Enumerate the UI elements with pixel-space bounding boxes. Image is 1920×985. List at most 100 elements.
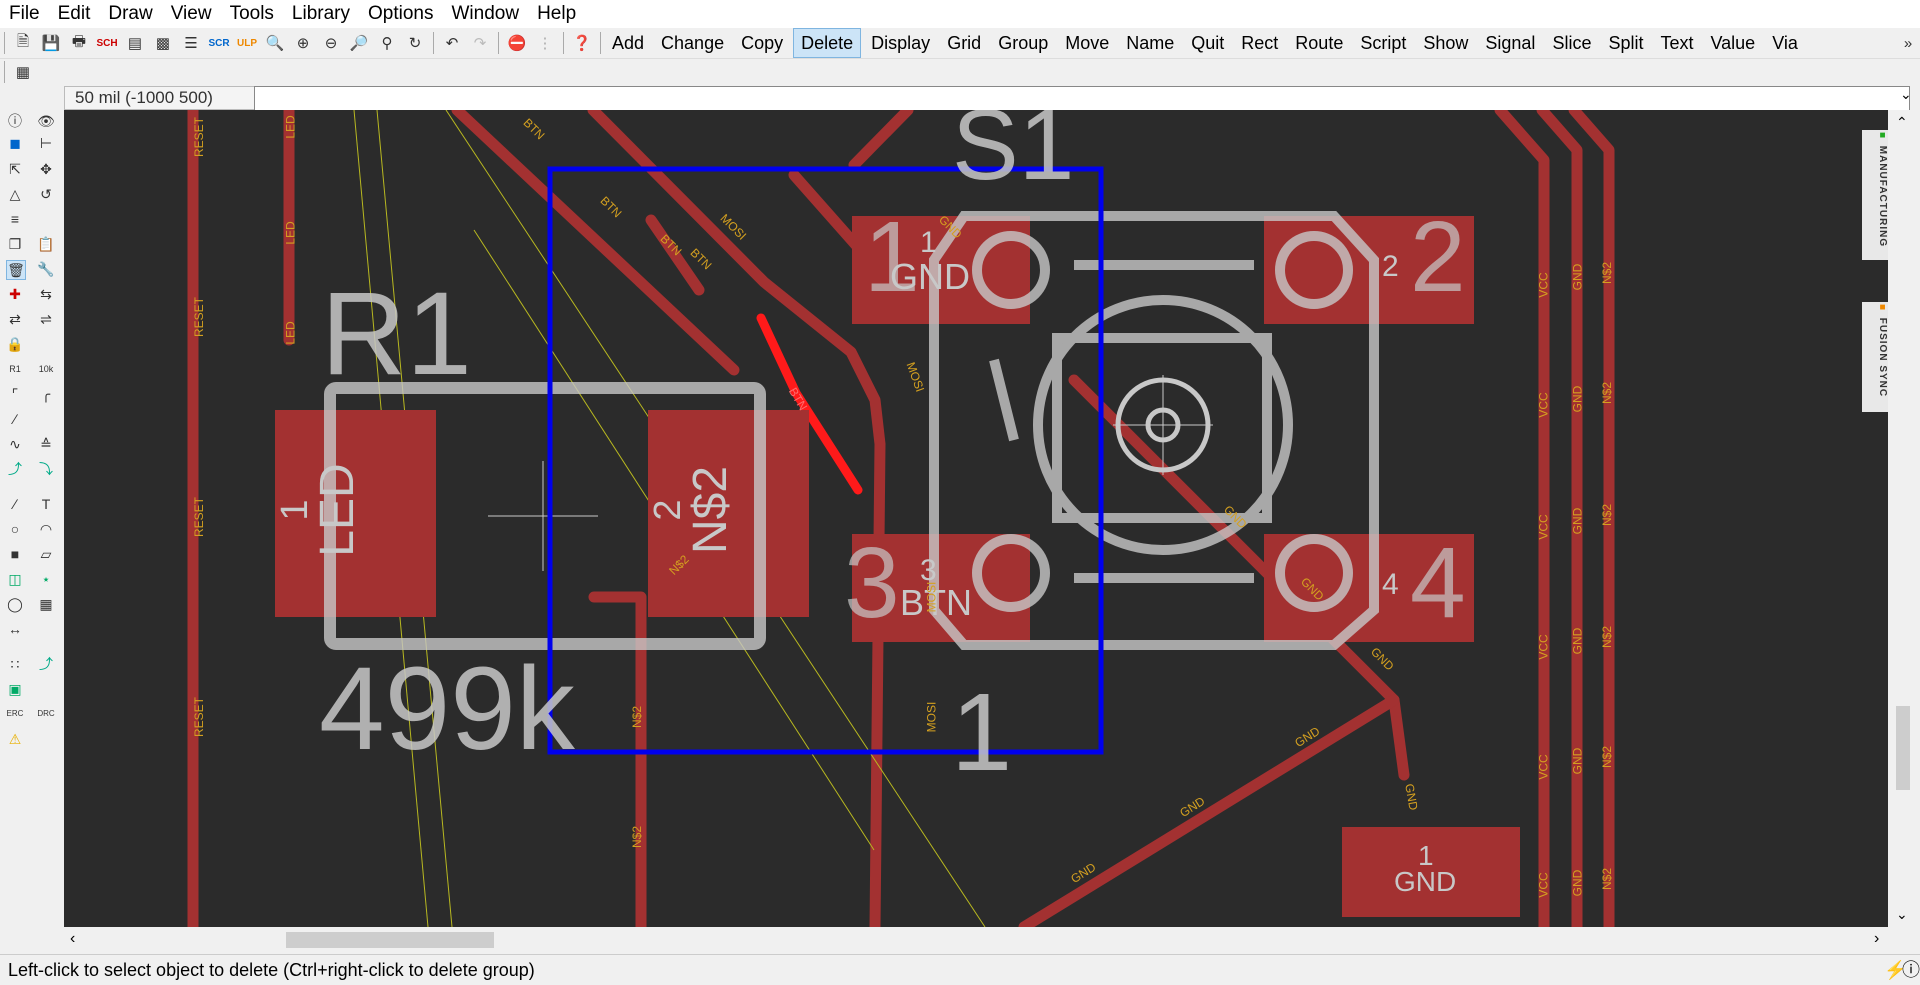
split-icon[interactable]: 10k (37, 360, 55, 378)
schematic-icon[interactable]: SCH (96, 32, 118, 54)
hole-icon[interactable]: ◯ (6, 595, 24, 613)
menu-tools[interactable]: Tools (221, 0, 283, 28)
zoom-out-icon[interactable]: ⊖ (320, 32, 342, 54)
cmd-grid[interactable]: Grid (940, 29, 988, 57)
vertical-scrollbar[interactable]: ⌃ ⌄ (1888, 110, 1920, 928)
polygon-icon[interactable]: ▱ (37, 545, 55, 563)
menu-edit[interactable]: Edit (49, 0, 100, 28)
status-info-icon[interactable]: ⓘ (1902, 955, 1920, 985)
redraw-icon[interactable]: ↻ (404, 32, 426, 54)
print-icon[interactable]: 🖶 (68, 32, 90, 54)
command-dropdown-icon[interactable]: ⌄ (1900, 86, 1912, 103)
lock-icon[interactable]: 🔒 (6, 335, 24, 353)
zoom-fit-icon[interactable]: 🔍 (264, 32, 286, 54)
layers-icon[interactable]: ☰ (180, 32, 202, 54)
move-all-icon[interactable]: ✥ (37, 160, 55, 178)
cmd-quit[interactable]: Quit (1184, 29, 1231, 57)
cmd-value[interactable]: Value (1703, 29, 1762, 57)
erc-icon[interactable]: ERC (6, 705, 24, 723)
script-icon[interactable]: SCR (208, 32, 230, 54)
vertical-scroll-thumb[interactable] (1896, 706, 1910, 790)
add-icon[interactable]: ✚ (6, 285, 24, 303)
zoom-area-icon[interactable]: ⚲ (376, 32, 398, 54)
pcb-canvas[interactable]: R1 499k S1 1 1 LED 2 N$2 1 1 GND 2 2 3 3… (64, 110, 1888, 927)
menu-file[interactable]: File (0, 0, 49, 28)
cmd-slice[interactable]: Slice (1545, 29, 1598, 57)
cmd-copy[interactable]: Copy (734, 29, 790, 57)
cmd-route[interactable]: Route (1288, 29, 1350, 57)
cmd-add[interactable]: Add (605, 29, 651, 57)
menu-library[interactable]: Library (283, 0, 359, 28)
cmd-signal[interactable]: Signal (1478, 29, 1542, 57)
align-icon[interactable]: ≡ (6, 210, 24, 228)
move-icon[interactable]: ⇱ (6, 160, 24, 178)
scroll-left-icon[interactable]: ‹ (70, 930, 75, 948)
cmd-via[interactable]: Via (1765, 29, 1805, 57)
replace-icon[interactable]: ⇆ (37, 285, 55, 303)
cmd-name[interactable]: Name (1119, 29, 1181, 57)
design-block-icon[interactable]: ▣ (6, 680, 24, 698)
warning-icon[interactable]: ⚠ (6, 730, 24, 748)
menu-window[interactable]: Window (442, 0, 528, 28)
rotate-icon[interactable]: ↺ (37, 185, 55, 203)
name-icon[interactable]: ⇄ (6, 310, 24, 328)
cmd-show[interactable]: Show (1416, 29, 1475, 57)
slice-icon[interactable]: ∕ (6, 410, 24, 428)
mirror-icon[interactable]: △ (6, 185, 24, 203)
arc-icon[interactable]: ◠ (37, 520, 55, 538)
cmd-rect[interactable]: Rect (1234, 29, 1285, 57)
ripup-icon[interactable]: ⤵ (37, 460, 55, 478)
cmd-text[interactable]: Text (1653, 29, 1700, 57)
attribute-icon[interactable]: ▦ (37, 595, 55, 613)
menu-view[interactable]: View (162, 0, 221, 28)
arc-corner-icon[interactable]: ╭ (37, 385, 55, 403)
copy-icon[interactable]: ❐ (6, 235, 24, 253)
scroll-up-icon[interactable]: ⌃ (1896, 114, 1908, 131)
toolbar-overflow-icon[interactable]: » (1897, 32, 1919, 54)
stop-icon[interactable]: ⛔ (506, 32, 528, 54)
cmd-group[interactable]: Group (991, 29, 1055, 57)
optimize-icon[interactable]: ≙ (37, 435, 55, 453)
ulp-icon[interactable]: ULP (236, 32, 258, 54)
value-icon[interactable]: ⇌ (37, 310, 55, 328)
horizontal-scroll-thumb[interactable] (286, 932, 494, 948)
circle-icon[interactable]: ○ (6, 520, 24, 538)
horizontal-scrollbar[interactable]: ‹ › (64, 928, 1888, 952)
cmd-split[interactable]: Split (1601, 29, 1650, 57)
smash-icon[interactable]: R1 (6, 360, 24, 378)
line-icon[interactable]: ∕ (6, 495, 24, 513)
dimension-icon[interactable]: ↔ (6, 620, 24, 638)
scroll-right-icon[interactable]: › (1874, 930, 1879, 948)
layer-display-icon[interactable]: ◼ (6, 134, 24, 152)
open-icon[interactable]: 🗎 (12, 32, 34, 54)
info-icon[interactable]: ⓘ (6, 112, 24, 130)
show-icon[interactable]: 👁 (37, 112, 55, 130)
zoom-select-icon[interactable]: 🔎 (348, 32, 370, 54)
help-icon[interactable]: ❓ (571, 32, 593, 54)
go-icon[interactable]: ⋮ (534, 32, 556, 54)
menu-draw[interactable]: Draw (99, 0, 161, 28)
route-icon[interactable]: ⤴ (6, 460, 24, 478)
command-line-input[interactable] (254, 86, 1910, 112)
menu-help[interactable]: Help (528, 0, 585, 28)
fusion-sync-tab[interactable]: ■ FUSION SYNC (1862, 302, 1888, 412)
via-icon[interactable]: ◫ (6, 570, 24, 588)
mark-icon[interactable]: ⊢ (37, 134, 55, 152)
grid-icon[interactable]: ▦ (12, 61, 34, 83)
cmd-change[interactable]: Change (654, 29, 731, 57)
autorouter-icon[interactable]: ⤴ (37, 655, 55, 673)
cmd-move[interactable]: Move (1058, 29, 1116, 57)
manufacture-icon[interactable]: ▩ (152, 32, 174, 54)
undo-icon[interactable]: ↶ (441, 32, 463, 54)
zoom-in-icon[interactable]: ⊕ (292, 32, 314, 54)
change-icon[interactable]: 🔧 (37, 260, 55, 278)
miter-icon[interactable]: ⌜ (6, 385, 24, 403)
signal-icon[interactable]: ⋆ (37, 570, 55, 588)
text-icon[interactable]: T (37, 495, 55, 513)
ratsnest-icon[interactable]: ∷ (6, 655, 24, 673)
cmd-display[interactable]: Display (864, 29, 937, 57)
cmd-delete[interactable]: Delete (793, 28, 862, 58)
cam-icon[interactable]: ▤ (124, 32, 146, 54)
meander-icon[interactable]: ∿ (6, 435, 24, 453)
redo-icon[interactable]: ↷ (469, 32, 491, 54)
